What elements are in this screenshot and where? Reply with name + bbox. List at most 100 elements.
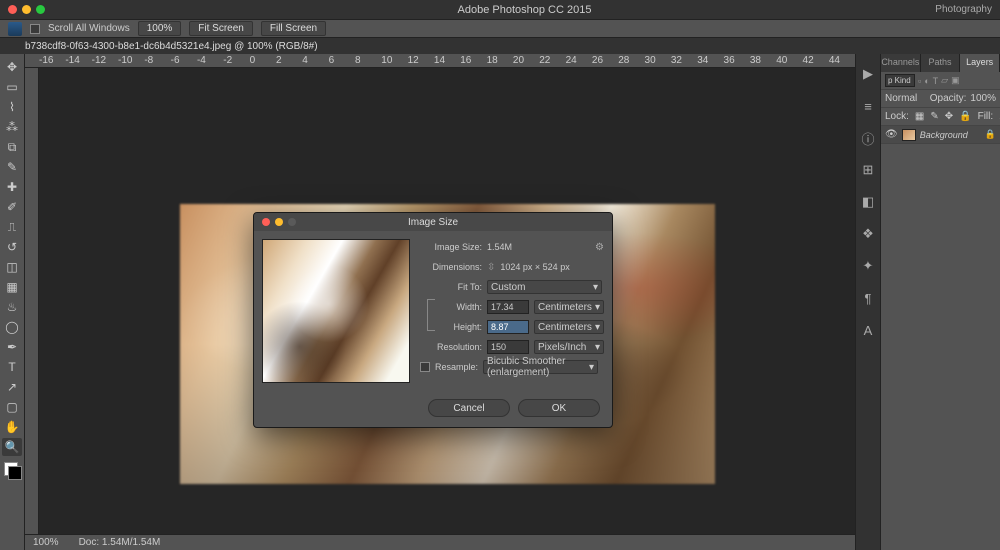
dialog-minimize-icon[interactable] xyxy=(275,218,283,226)
minimize-icon[interactable] xyxy=(22,5,31,14)
ruler-horizontal: -16-14-12-10-8-6-4-202468101214161820222… xyxy=(25,54,855,68)
blur-tool-icon[interactable]: ♨ xyxy=(2,298,22,316)
height-input[interactable] xyxy=(487,320,529,334)
marquee-tool-icon[interactable]: ▭ xyxy=(2,78,22,96)
width-unit-select[interactable]: Centimeters▾ xyxy=(534,300,604,314)
image-size-value: 1.54M xyxy=(487,242,512,252)
type-tool-icon[interactable]: T xyxy=(2,358,22,376)
lock-all-icon[interactable]: 🔒 xyxy=(959,111,971,122)
fit-screen-button[interactable]: Fit Screen xyxy=(189,21,253,36)
ps-logo-icon xyxy=(8,22,22,36)
blend-mode-select[interactable]: Normal xyxy=(885,93,926,104)
layer-filter-bar: ▫ ◐ T ▱ ▣ xyxy=(881,72,1000,90)
opacity-value[interactable]: 100% xyxy=(970,93,996,104)
paths-tab[interactable]: Paths xyxy=(921,54,961,72)
lock-position-icon[interactable]: ✥ xyxy=(945,111,953,122)
resolution-input[interactable] xyxy=(487,340,529,354)
pen-tool-icon[interactable]: ✒ xyxy=(2,338,22,356)
gear-icon[interactable]: ⚙ xyxy=(595,242,604,253)
brush-tool-icon[interactable]: ✐ xyxy=(2,198,22,216)
canvas-area: -16-14-12-10-8-6-4-202468101214161820222… xyxy=(25,54,855,550)
history-tool-icon[interactable]: ↺ xyxy=(2,238,22,256)
kind-filter[interactable] xyxy=(885,74,915,87)
color-swatch-icon[interactable] xyxy=(4,462,20,478)
layer-name[interactable]: Background xyxy=(920,130,968,140)
collapsed-panels: ▶ ≡ ⓘ ⊞ ◧ ❖ ✦ ¶ A xyxy=(855,54,880,550)
cancel-button[interactable]: Cancel xyxy=(428,399,510,417)
lock-transparent-icon[interactable]: ▦ xyxy=(915,111,924,122)
dodge-tool-icon[interactable]: ◯ xyxy=(2,318,22,336)
heal-tool-icon[interactable]: ✚ xyxy=(2,178,22,196)
filter-pixel-icon[interactable]: ▫ xyxy=(918,76,921,86)
hand-tool-icon[interactable]: ✋ xyxy=(2,418,22,436)
styles-icon[interactable]: ✦ xyxy=(860,258,876,274)
fill-label: Fill: xyxy=(978,111,994,122)
filter-type-icon[interactable]: T xyxy=(933,76,939,86)
channels-tab[interactable]: Channels xyxy=(881,54,921,72)
character-icon[interactable]: A xyxy=(860,322,876,338)
history-panel-icon[interactable]: ≡ xyxy=(860,98,876,114)
dimensions-label: Dimensions: xyxy=(420,262,482,272)
wand-tool-icon[interactable]: ⁂ xyxy=(2,118,22,136)
eyedropper-tool-icon[interactable]: ✎ xyxy=(2,158,22,176)
resample-checkbox[interactable] xyxy=(420,362,430,372)
fit-to-label: Fit To: xyxy=(420,282,482,292)
adjustments-icon[interactable]: ❖ xyxy=(860,226,876,242)
layers-tab[interactable]: Layers xyxy=(960,54,1000,72)
path-tool-icon[interactable]: ↗ xyxy=(2,378,22,396)
move-tool-icon[interactable]: ✥ xyxy=(2,58,22,76)
fill-screen-button[interactable]: Fill Screen xyxy=(261,21,326,36)
paragraph-icon[interactable]: ¶ xyxy=(860,290,876,306)
lock-pixels-icon[interactable]: ✎ xyxy=(930,111,938,122)
scroll-all-label: Scroll All Windows xyxy=(48,23,130,34)
status-doc[interactable]: Doc: 1.54M/1.54M xyxy=(79,537,161,548)
info-icon[interactable]: ⓘ xyxy=(860,130,876,146)
dialog-close-icon[interactable] xyxy=(262,218,270,226)
color-icon[interactable]: ◧ xyxy=(860,194,876,210)
zoom-100-button[interactable]: 100% xyxy=(138,21,182,36)
document-tab[interactable]: b738cdf8-0f63-4300-b8e1-dc6b4d5321e4.jpe… xyxy=(25,41,318,52)
zoom-tool-icon[interactable]: 🔍 xyxy=(2,438,22,456)
visibility-icon[interactable]: 👁 xyxy=(885,129,898,140)
layer-row[interactable]: 👁 Background 🔒 xyxy=(881,126,1000,144)
options-bar: Scroll All Windows 100% Fit Screen Fill … xyxy=(0,20,1000,38)
image-size-dialog: Image Size Image Size: 1.54M ⚙ Dimension… xyxy=(253,212,613,428)
opacity-label: Opacity: xyxy=(930,93,967,104)
fit-to-select[interactable]: Custom▾ xyxy=(487,280,602,294)
lasso-tool-icon[interactable]: ⌇ xyxy=(2,98,22,116)
stamp-tool-icon[interactable]: ⎍ xyxy=(2,218,22,236)
dialog-titlebar[interactable]: Image Size xyxy=(254,213,612,231)
filter-smart-icon[interactable]: ▣ xyxy=(951,75,960,86)
app-title: Adobe Photoshop CC 2015 xyxy=(57,4,992,16)
lock-label: Lock: xyxy=(885,111,909,122)
document-tab-bar: b738cdf8-0f63-4300-b8e1-dc6b4d5321e4.jpe… xyxy=(0,38,1000,54)
maximize-icon[interactable] xyxy=(36,5,45,14)
status-bar: 100% Doc: 1.54M/1.54M xyxy=(25,534,855,550)
scroll-all-checkbox[interactable] xyxy=(30,24,40,34)
filter-adjust-icon[interactable]: ◐ xyxy=(924,76,929,86)
close-icon[interactable] xyxy=(8,5,17,14)
dimensions-value: 1024 px × 524 px xyxy=(500,262,569,272)
traffic-lights xyxy=(8,5,45,14)
layers-panel: Channels Paths Layers ▫ ◐ T ▱ ▣ Normal O… xyxy=(880,54,1000,550)
dialog-preview xyxy=(262,239,410,383)
ok-button[interactable]: OK xyxy=(518,399,600,417)
crop-tool-icon[interactable]: ⧉ xyxy=(2,138,22,156)
workspace-label[interactable]: Photography xyxy=(935,4,992,15)
resample-select: Bicubic Smoother (enlargement)▾ xyxy=(483,360,598,374)
width-input[interactable] xyxy=(487,300,529,314)
dialog-title: Image Size xyxy=(408,217,458,228)
gradient-tool-icon[interactable]: ▦ xyxy=(2,278,22,296)
tools-panel: ✥ ▭ ⌇ ⁂ ⧉ ✎ ✚ ✐ ⎍ ↺ ◫ ▦ ♨ ◯ ✒ T ↗ ▢ ✋ 🔍 xyxy=(0,54,25,550)
link-dimensions-icon[interactable] xyxy=(427,299,435,331)
play-icon[interactable]: ▶ xyxy=(860,66,876,82)
layer-thumbnail[interactable] xyxy=(902,129,916,141)
resolution-unit-select[interactable]: Pixels/Inch▾ xyxy=(534,340,604,354)
shape-tool-icon[interactable]: ▢ xyxy=(2,398,22,416)
eraser-tool-icon[interactable]: ◫ xyxy=(2,258,22,276)
resample-label: Resample: xyxy=(435,362,478,372)
height-unit-select[interactable]: Centimeters▾ xyxy=(534,320,604,334)
status-zoom[interactable]: 100% xyxy=(33,537,59,548)
filter-shape-icon[interactable]: ▱ xyxy=(941,75,948,86)
swatches-icon[interactable]: ⊞ xyxy=(860,162,876,178)
